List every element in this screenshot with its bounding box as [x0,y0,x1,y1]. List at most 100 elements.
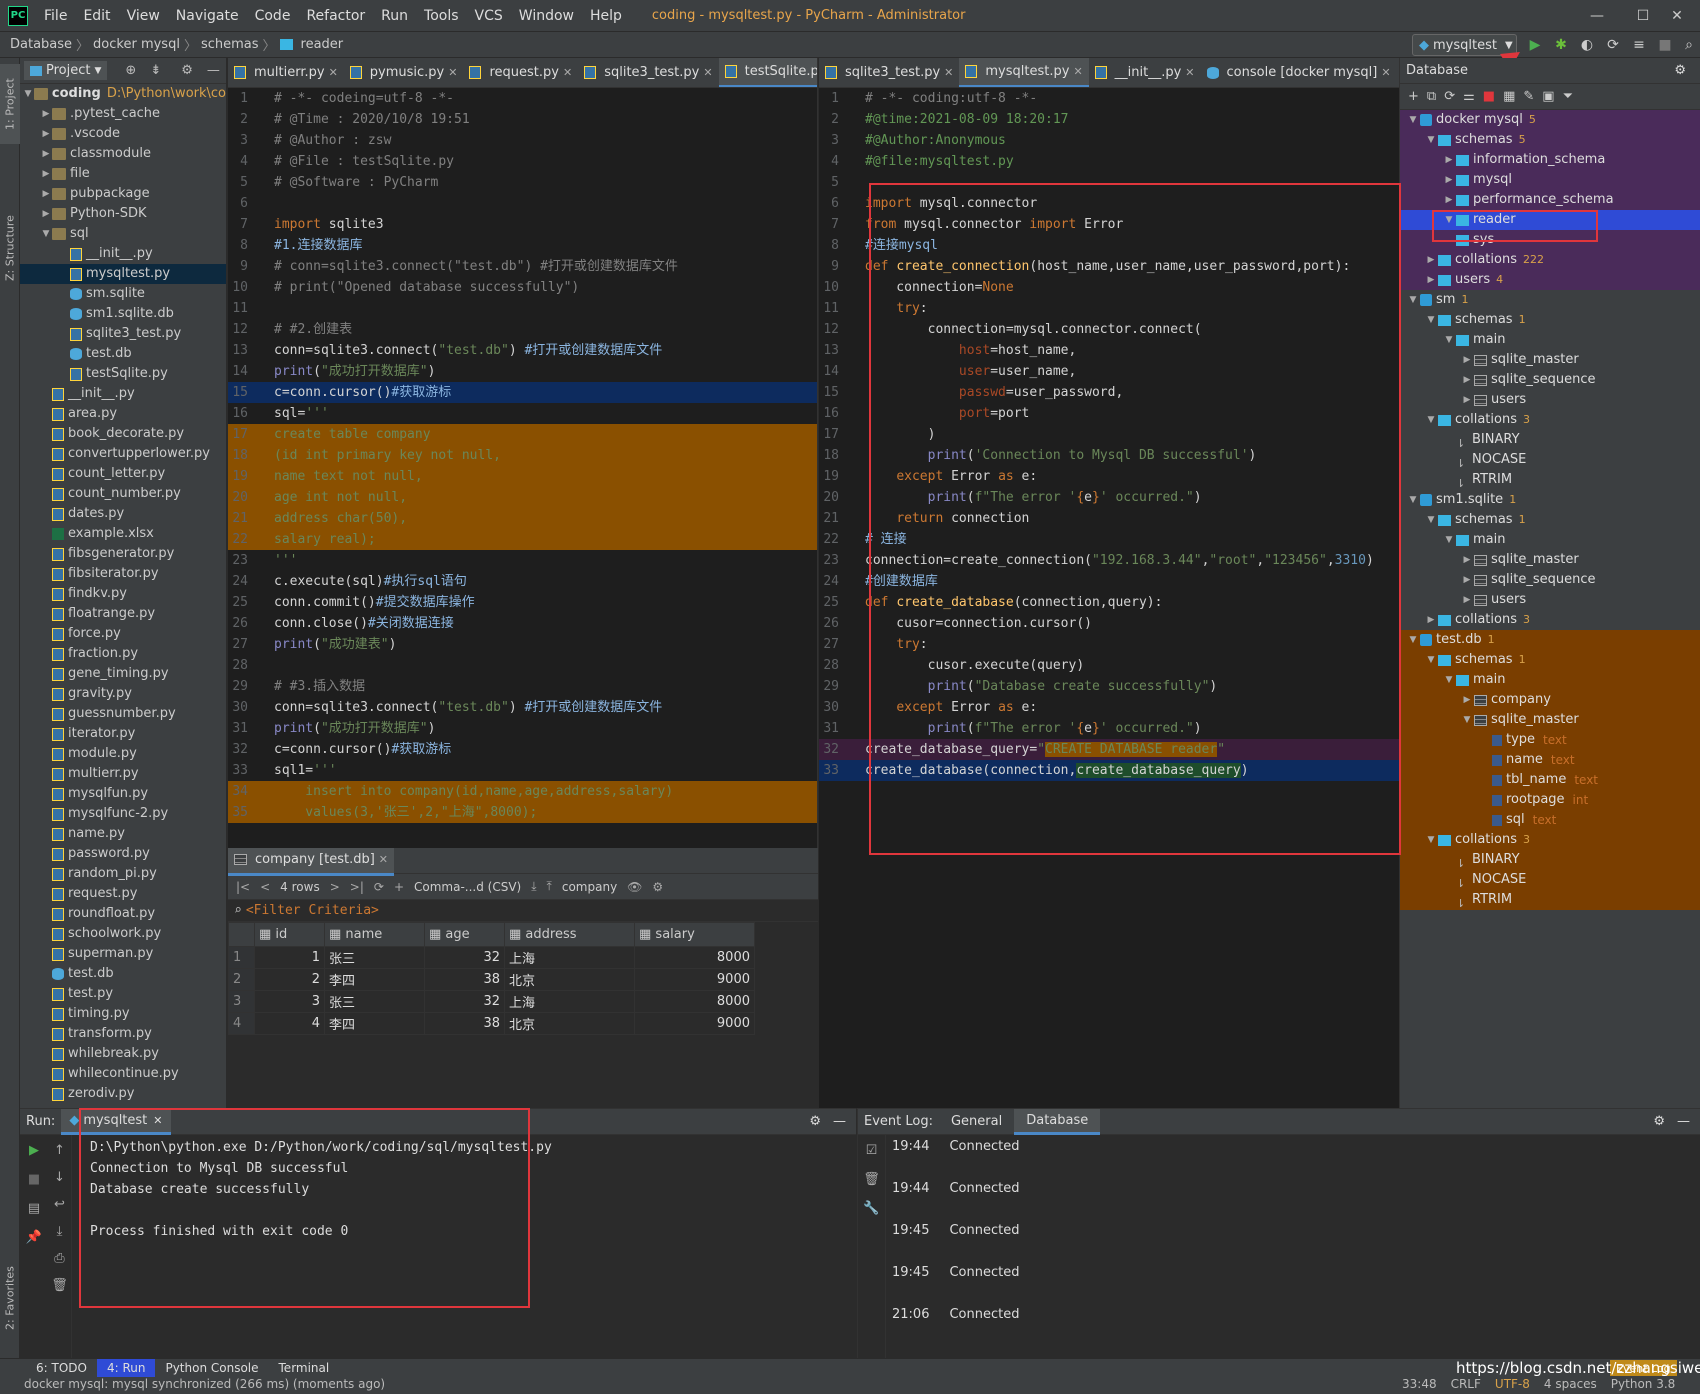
db-tree-item[interactable]: ▶ users [1400,590,1700,610]
hide-icon[interactable]: — [207,63,220,78]
table-cell[interactable]: 北京 [504,1012,635,1035]
code-line[interactable]: 26 cusor=connection.cursor() [819,613,1399,634]
project-item[interactable]: floatrange.py [20,604,226,624]
collapse-icon[interactable]: ⇟ [150,63,161,78]
code-line[interactable]: 15 c=conn.cursor()#获取游标 [228,382,817,403]
refresh-icon[interactable]: ⟳ [1444,89,1455,104]
down-icon[interactable]: ↓ [54,1170,65,1185]
project-item[interactable]: __init__.py [20,384,226,404]
project-item[interactable]: guessnumber.py [20,704,226,724]
project-item[interactable]: transform.py [20,1024,226,1044]
data-grid-tab[interactable]: company [test.db] ✕ [228,848,395,876]
indent-setting[interactable]: 4 spaces [1544,1377,1597,1391]
code-line[interactable]: 25 conn.commit()#提交数据库操作 [228,592,817,613]
code-line[interactable]: 10 connection=None [819,277,1399,298]
project-item[interactable]: sm.sqlite [20,284,226,304]
db-tree-item[interactable]: tbl_name text [1400,770,1700,790]
project-item[interactable]: ▶ .pytest_cache [20,104,226,124]
project-item[interactable]: request.py [20,884,226,904]
db-tree-item[interactable]: ▼ main [1400,530,1700,550]
table-cell[interactable]: 上海 [504,990,635,1013]
data-grid-table[interactable]: ▦ id ▦ name ▦ age ▦ address ▦ salary 1 1 张三 32 上海… [228,922,755,1035]
table-cell[interactable]: 3 [254,990,325,1013]
gear-icon[interactable]: ⚙ [1653,1114,1665,1129]
code-line[interactable]: 27 try: [819,634,1399,655]
table-cell[interactable]: 1 [254,946,325,969]
table-cell[interactable]: 2 [254,968,325,991]
structure-tool-tab[interactable]: Z: Structure [0,208,20,288]
db-tree-item[interactable]: ▼ schemas 1 [1400,310,1700,330]
table-cell[interactable]: 张三 [324,946,425,969]
code-line[interactable]: 12 connection=mysql.connector.connect( [819,319,1399,340]
project-item[interactable]: test.db [20,964,226,984]
code-line[interactable]: 25 def create_database(connection,query): [819,592,1399,613]
close-window-icon[interactable]: ✕ [1654,0,1700,32]
coverage-icon[interactable]: ◐ [1576,34,1598,56]
editor-tab[interactable]: request.py ✕ [463,58,578,87]
stop-icon[interactable]: ■ [28,1172,40,1187]
gear-icon[interactable]: ⚙ [809,1114,821,1129]
column-header-id[interactable]: ▦ id [254,922,325,947]
menu-item-edit[interactable]: Edit [75,8,118,24]
project-item[interactable]: sm1.sqlite.db [20,304,226,324]
project-item[interactable]: schoolwork.py [20,924,226,944]
column-header-age[interactable]: ▦ age [424,922,505,947]
code-line[interactable]: 33 sql1=''' [228,760,817,781]
project-item[interactable]: dates.py [20,504,226,524]
db-tree-item[interactable]: ▶ collations 222 [1400,250,1700,270]
project-item[interactable]: area.py [20,404,226,424]
code-line[interactable]: 23 connection=create_connection("192.168.… [819,550,1399,571]
code-area-right[interactable]: 1 # -*- coding:utf-8 -*- 2 #@time:2021-08-0… [819,88,1399,781]
db-tree-item[interactable]: ▶ sqlite_master [1400,550,1700,570]
table-cell[interactable]: 李四 [324,968,425,991]
project-item[interactable]: superman.py [20,944,226,964]
project-item[interactable]: timing.py [20,1004,226,1024]
table-cell[interactable]: 32 [424,990,505,1013]
table-row[interactable]: 4 4 李四 38 北京 9000 [228,1012,755,1035]
wrap-icon[interactable]: ↩ [54,1197,65,1212]
code-line[interactable]: 17 ) [819,424,1399,445]
rows-select[interactable]: 4 rows [280,880,320,894]
project-item[interactable]: name.py [20,824,226,844]
project-item[interactable]: gravity.py [20,684,226,704]
project-item[interactable]: fibsiterator.py [20,564,226,584]
scroll-end-icon[interactable]: ⤓ [57,1224,63,1239]
table-cell[interactable]: 张三 [324,990,425,1013]
project-item[interactable]: multierr.py [20,764,226,784]
mark-read-icon[interactable]: ☑ [866,1143,878,1158]
table-cell[interactable]: 李四 [324,1012,425,1035]
menu-item-navigate[interactable]: Navigate [168,8,247,24]
code-line[interactable]: 8 #连接mysql [819,235,1399,256]
db-tree-item[interactable]: ▼ docker mysql 5 [1400,110,1700,130]
bottom-tab[interactable]: Python Console [155,1359,268,1377]
code-line[interactable]: 20 age int not null, [228,487,817,508]
code-line[interactable]: 31 print(f"The error '{e}' occurred.") [819,718,1399,739]
column-header-name[interactable]: ▦ name [324,922,425,947]
trash-icon[interactable]: 🗑 [51,1278,68,1293]
db-tree-item[interactable]: ▼ main [1400,330,1700,350]
project-item[interactable]: fraction.py [20,644,226,664]
close-icon[interactable]: ✕ [703,66,712,79]
code-line[interactable]: 7 from mysql.connector import Error [819,214,1399,235]
project-item[interactable]: random_pi.py [20,864,226,884]
editor-tab[interactable]: multierr.py ✕ [228,58,344,87]
db-tree-item[interactable]: ▼ test.db 1 [1400,630,1700,650]
breadcrumb-item[interactable]: reader [297,37,348,52]
project-item[interactable]: findkv.py [20,584,226,604]
code-line[interactable]: 18 (id int primary key not null, [228,445,817,466]
project-item[interactable]: zerodiv.py [20,1084,226,1104]
stop-icon[interactable]: ■ [1654,34,1676,56]
menu-item-window[interactable]: Window [511,8,582,24]
eye-icon[interactable]: 👁 [627,880,642,894]
project-item[interactable]: test.db [20,344,226,364]
project-item[interactable]: force.py [20,624,226,644]
code-line[interactable]: 4 #@file:mysqltest.py [819,151,1399,172]
copy-icon[interactable]: ⧉ [1427,89,1436,104]
editor-tab[interactable]: sqlite3_test.py ✕ [578,58,718,87]
hide-icon[interactable]: — [1677,1114,1690,1129]
close-icon[interactable]: ✕ [563,66,572,79]
code-line[interactable]: 5 # @Software : PyCharm [228,172,817,193]
project-item[interactable]: whilecontinue.py [20,1064,226,1084]
code-line[interactable]: 28 cusor.execute(query) [819,655,1399,676]
python-interpreter[interactable]: Python 3.8 [1611,1377,1676,1391]
